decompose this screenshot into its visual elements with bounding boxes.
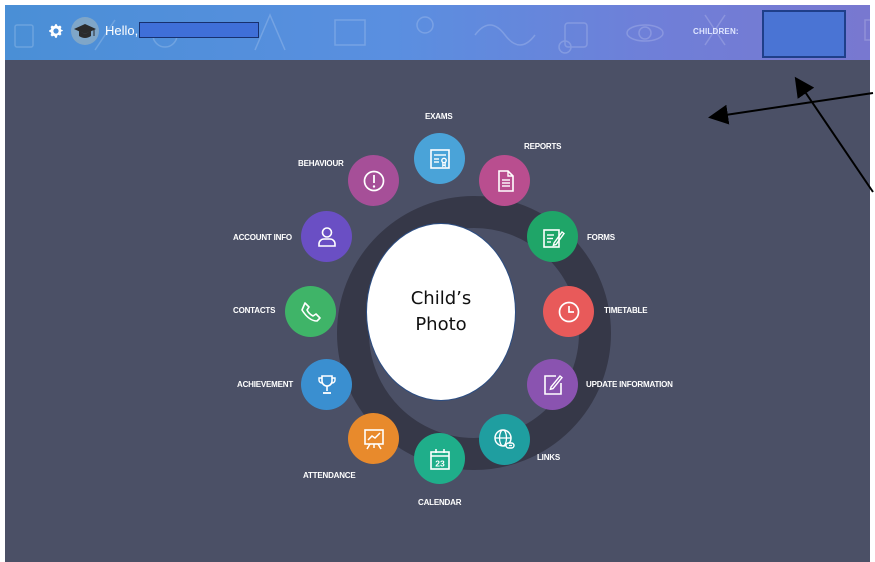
menu-item-achievement[interactable]	[301, 359, 352, 410]
photo-text-line1: Child’s	[410, 288, 472, 309]
menu-item-calendar[interactable]: 23	[414, 433, 465, 484]
globe-link-icon	[493, 428, 515, 449]
form-edit-icon	[542, 228, 565, 248]
menu-item-exams[interactable]	[414, 133, 465, 184]
menu-item-update-information[interactable]	[527, 359, 578, 410]
menu-label-attendance[interactable]: ATTENDANCE	[303, 471, 356, 480]
greeting-text: Hello,	[105, 23, 139, 38]
calendar-day-number: 23	[435, 458, 445, 468]
menu-label-timetable[interactable]: TIMETABLE	[604, 306, 648, 315]
menu-label-exams[interactable]: EXAMS	[425, 112, 453, 121]
document-icon	[497, 169, 514, 192]
app-window: Hello, CHILDREN: Child’s Photo EXAMS REP…	[5, 5, 870, 562]
menu-item-forms[interactable]	[527, 211, 578, 262]
menu-item-behaviour[interactable]	[348, 155, 399, 206]
menu-item-attendance[interactable]	[348, 413, 399, 464]
menu-label-account-info[interactable]: ACCOUNT INFO	[233, 233, 292, 242]
trophy-icon	[317, 374, 336, 394]
edit-icon	[543, 374, 563, 395]
alert-icon	[363, 170, 384, 191]
menu-label-achievement[interactable]: ACHIEVEMENT	[237, 380, 293, 389]
child-selector[interactable]	[762, 10, 846, 58]
graduation-cap-icon[interactable]	[71, 17, 99, 45]
menu-item-account-info[interactable]	[301, 211, 352, 262]
menu-item-timetable[interactable]	[543, 286, 594, 337]
menu-label-calendar[interactable]: CALENDAR	[418, 498, 461, 507]
user-name-redacted	[139, 22, 259, 38]
menu-label-links[interactable]: LINKS	[537, 453, 560, 462]
menu-item-links[interactable]	[479, 414, 530, 465]
phone-icon	[300, 301, 321, 322]
menu-item-reports[interactable]	[479, 155, 530, 206]
child-photo-placeholder: Child’s Photo	[366, 223, 516, 401]
menu-item-contacts[interactable]	[285, 286, 336, 337]
menu-label-behaviour[interactable]: BEHAVIOUR	[298, 159, 344, 168]
menu-label-update-information[interactable]: UPDATE INFORMATION	[586, 380, 673, 389]
certificate-icon	[429, 148, 450, 169]
photo-text-line2: Photo	[415, 314, 467, 335]
menu-label-reports[interactable]: REPORTS	[524, 142, 561, 151]
menu-label-forms[interactable]: FORMS	[587, 233, 615, 242]
calendar-icon: 23	[429, 448, 450, 470]
menu-label-contacts[interactable]: CONTACTS	[233, 306, 275, 315]
gear-icon[interactable]	[47, 22, 65, 40]
user-icon	[317, 226, 336, 247]
children-label: CHILDREN:	[693, 27, 739, 36]
chart-board-icon	[363, 428, 384, 449]
clock-icon	[558, 301, 579, 322]
top-bar: Hello, CHILDREN:	[5, 5, 870, 60]
